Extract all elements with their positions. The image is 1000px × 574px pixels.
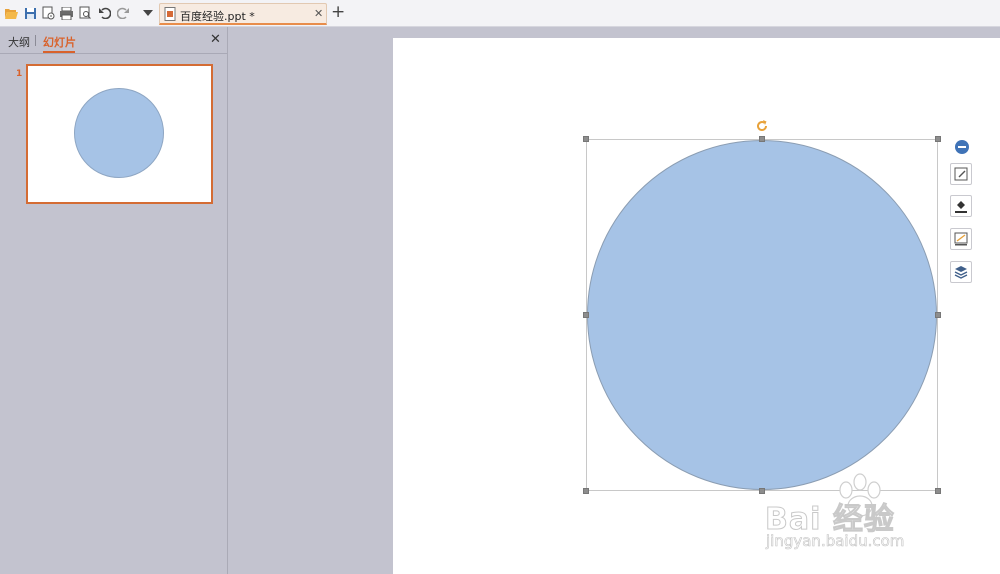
open-folder-icon[interactable] (3, 5, 19, 21)
outline-icon[interactable] (950, 228, 972, 250)
resize-handle-right[interactable] (935, 312, 941, 318)
redo-icon[interactable] (115, 5, 131, 21)
fill-bucket-icon[interactable] (950, 195, 972, 217)
add-tab-icon[interactable]: + (331, 2, 345, 22)
panel-tabs: 大纲 幻灯片 ✕ (0, 27, 227, 54)
dropdown-arrow-icon[interactable] (140, 5, 156, 21)
editing-canvas[interactable] (228, 27, 1000, 574)
layers-icon[interactable] (950, 261, 972, 283)
resize-handle-bottom-right[interactable] (935, 488, 941, 494)
panel-close-icon[interactable]: ✕ (210, 32, 221, 47)
resize-handle-left[interactable] (583, 312, 589, 318)
tab-slides[interactable]: 幻灯片 (43, 34, 76, 50)
tab-outline[interactable]: 大纲 (8, 34, 30, 50)
selection-box (583, 120, 941, 494)
ppt-file-icon (164, 7, 177, 24)
resize-handle-bottom-left[interactable] (583, 488, 589, 494)
tab-title: 百度经验.ppt * (180, 10, 255, 23)
edit-shape-icon[interactable] (950, 163, 972, 185)
save-as-icon[interactable] (40, 5, 56, 21)
save-icon[interactable] (22, 5, 38, 21)
slides-panel: 大纲 幻灯片 ✕ 1 (0, 27, 228, 574)
active-tab-indicator (43, 51, 75, 53)
undo-icon[interactable] (96, 5, 112, 21)
collapse-minus-icon[interactable] (955, 140, 969, 154)
top-toolbar: 百度经验.ppt * ✕ + (0, 0, 1000, 27)
tab-separator (35, 35, 36, 46)
rotate-icon[interactable] (755, 118, 769, 137)
slide-thumbnail[interactable] (26, 64, 213, 204)
thumbnail-circle-shape (74, 88, 164, 178)
print-icon[interactable] (58, 5, 74, 21)
resize-handle-top-left[interactable] (583, 136, 589, 142)
slide[interactable] (393, 38, 1000, 574)
document-tab[interactable]: 百度经验.ppt * ✕ (159, 3, 327, 25)
print-preview-icon[interactable] (77, 5, 93, 21)
resize-handle-top-right[interactable] (935, 136, 941, 142)
tab-close-icon[interactable]: ✕ (314, 7, 323, 20)
resize-handle-bottom[interactable] (759, 488, 765, 494)
slide-number: 1 (16, 69, 23, 79)
circle-shape[interactable] (587, 140, 937, 490)
